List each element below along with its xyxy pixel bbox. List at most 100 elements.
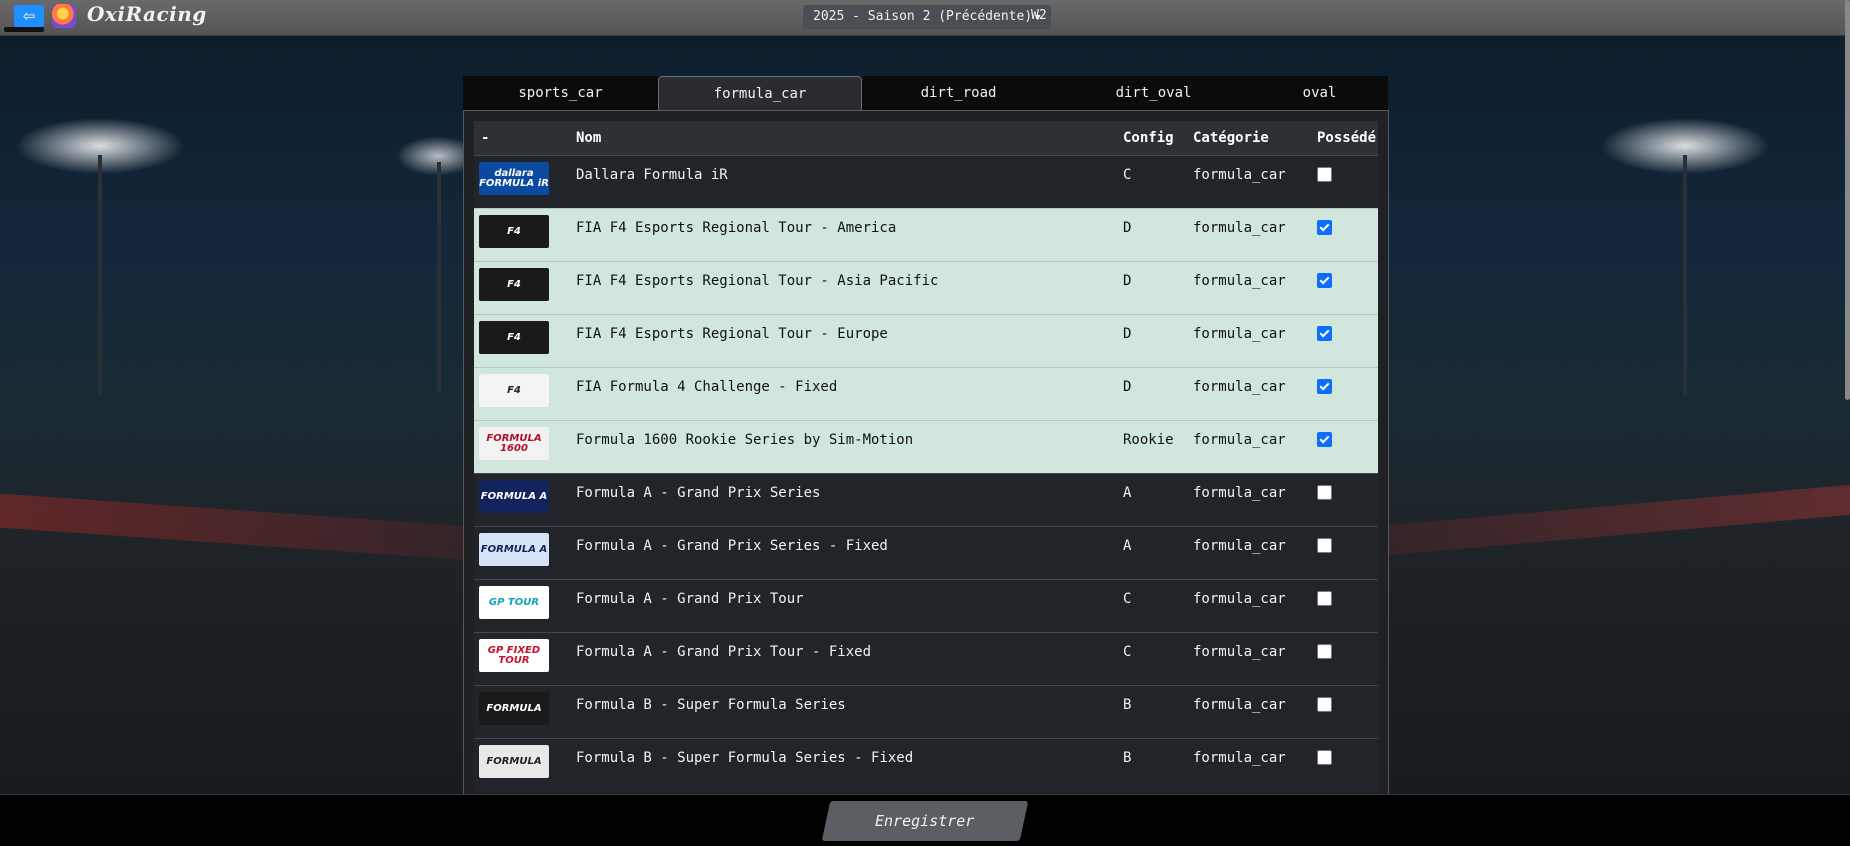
owned-checkbox[interactable]	[1317, 591, 1332, 606]
series-logo-cell: FORMULA A	[474, 473, 569, 527]
save-button[interactable]: Enregistrer	[821, 801, 1029, 841]
top-bar: ⇦ OxiRacing 2025 - Saison 2 (Précédente)…	[0, 0, 1850, 36]
series-category: formula_car	[1186, 685, 1310, 739]
series-name: FIA F4 Esports Regional Tour - America	[569, 208, 1116, 262]
series-logo-cell: F4	[474, 314, 569, 368]
table-header-row: - Nom Config Catégorie Possédé	[474, 121, 1378, 156]
owned-cell	[1310, 579, 1378, 633]
series-name: Formula A - Grand Prix Tour - Fixed	[569, 632, 1116, 686]
save-button-label: Enregistrer	[875, 812, 975, 830]
owned-checkbox[interactable]	[1317, 485, 1332, 500]
back-button[interactable]: ⇦	[14, 5, 44, 27]
series-logo: FORMULA A	[479, 480, 549, 513]
table-row: F4 FIA F4 Esports Regional Tour - Europe D…	[474, 314, 1378, 368]
series-config: C	[1116, 632, 1186, 686]
series-config: D	[1116, 314, 1186, 368]
series-name: Formula A - Grand Prix Series	[569, 473, 1116, 527]
series-logo: F4	[479, 215, 549, 248]
table-row: GP FIXED TOUR Formula A - Grand Prix Tour…	[474, 632, 1378, 686]
series-config: D	[1116, 208, 1186, 262]
series-logo: GP FIXED TOUR	[479, 639, 549, 672]
series-name: Formula 1600 Rookie Series by Sim-Motion	[569, 420, 1116, 474]
series-config: B	[1116, 738, 1186, 792]
column-header-owned[interactable]: Possédé	[1310, 121, 1378, 156]
series-name: Formula B - Super Formula Series	[569, 685, 1116, 739]
series-logo-cell: FORMULA A	[474, 526, 569, 580]
page-scrollbar-thumb[interactable]	[1845, 0, 1850, 400]
series-category: formula_car	[1186, 738, 1310, 792]
series-config: D	[1116, 261, 1186, 315]
series-name: Formula A - Grand Prix Series - Fixed	[569, 526, 1116, 580]
owned-cell	[1310, 738, 1378, 792]
owned-checkbox[interactable]	[1317, 538, 1332, 553]
table-row: FORMULA 1600 Formula 1600 Rookie Series b…	[474, 420, 1378, 474]
series-config: C	[1116, 579, 1186, 633]
season-dropdown-value: 2025 - Saison 2 (Précédente)	[813, 9, 1033, 24]
series-logo: FORMULA	[479, 692, 549, 725]
series-logo: F4	[479, 374, 549, 407]
series-config: A	[1116, 526, 1186, 580]
series-logo: GP TOUR	[479, 586, 549, 619]
season-dropdown[interactable]: 2025 - Saison 2 (Précédente) ▼	[803, 5, 1051, 29]
series-config: A	[1116, 473, 1186, 527]
series-name: FIA F4 Esports Regional Tour - Europe	[569, 314, 1116, 368]
series-category: formula_car	[1186, 208, 1310, 262]
series-logo-cell: GP TOUR	[474, 579, 569, 633]
column-header-config[interactable]: Config	[1116, 121, 1186, 156]
owned-checkbox[interactable]	[1317, 379, 1332, 394]
column-header-logo: -	[474, 121, 569, 156]
tab-oval[interactable]: oval	[1251, 76, 1388, 110]
owned-cell	[1310, 685, 1378, 739]
table-row: FORMULA A Formula A - Grand Prix Series Af…	[474, 473, 1378, 527]
series-table-body: dallara FORMULA iR Dallara Formula iR Cfor…	[474, 155, 1378, 792]
tab-dirt-road[interactable]: dirt_road	[861, 76, 1056, 110]
owned-checkbox[interactable]	[1317, 697, 1332, 712]
owned-cell	[1310, 367, 1378, 421]
table-row: FORMULA Formula B - Super Formula Series B…	[474, 685, 1378, 739]
series-logo-cell: GP FIXED TOUR	[474, 632, 569, 686]
owned-checkbox[interactable]	[1317, 644, 1332, 659]
series-logo: F4	[479, 268, 549, 301]
series-logo-cell: FORMULA	[474, 685, 569, 739]
column-header-name[interactable]: Nom	[569, 121, 1116, 156]
series-config: C	[1116, 155, 1186, 209]
back-arrow-icon: ⇦	[22, 7, 36, 25]
owned-checkbox[interactable]	[1317, 326, 1332, 341]
owned-checkbox[interactable]	[1317, 167, 1332, 182]
series-logo: FORMULA A	[479, 533, 549, 566]
series-category: formula_car	[1186, 261, 1310, 315]
owned-checkbox[interactable]	[1317, 273, 1332, 288]
series-logo: F4	[479, 321, 549, 354]
series-category: formula_car	[1186, 473, 1310, 527]
week-label: W2	[1031, 8, 1047, 23]
oxiracing-logo-icon[interactable]	[52, 4, 76, 28]
series-table: - Nom Config Catégorie Possédé dallara F…	[474, 121, 1378, 792]
series-logo: dallara FORMULA iR	[479, 162, 549, 195]
tab-dirt-oval[interactable]: dirt_oval	[1056, 76, 1251, 110]
app-title[interactable]: OxiRacing	[87, 2, 207, 26]
tab-formula-car[interactable]: formula_car	[658, 76, 862, 111]
table-row: F4 FIA Formula 4 Challenge - Fixed Dformul…	[474, 367, 1378, 421]
owned-checkbox[interactable]	[1317, 432, 1332, 447]
owned-checkbox[interactable]	[1317, 750, 1332, 765]
column-header-category[interactable]: Catégorie	[1186, 121, 1310, 156]
table-row: F4 FIA F4 Esports Regional Tour - America…	[474, 208, 1378, 262]
series-name: FIA Formula 4 Challenge - Fixed	[569, 367, 1116, 421]
series-logo-cell: FORMULA	[474, 738, 569, 792]
series-logo-cell: F4	[474, 367, 569, 421]
series-category: formula_car	[1186, 155, 1310, 209]
category-tabs: sports_car formula_car dirt_road dirt_ov…	[463, 76, 1388, 111]
tab-sports-car[interactable]: sports_car	[463, 76, 658, 110]
owned-cell	[1310, 526, 1378, 580]
owned-checkbox[interactable]	[1317, 220, 1332, 235]
background-light-pole	[437, 162, 441, 392]
series-category: formula_car	[1186, 526, 1310, 580]
background-light-pole	[98, 155, 102, 395]
series-category: formula_car	[1186, 367, 1310, 421]
series-config: Rookie	[1116, 420, 1186, 474]
owned-cell	[1310, 261, 1378, 315]
table-row: F4 FIA F4 Esports Regional Tour - Asia Pa…	[474, 261, 1378, 315]
series-name: FIA F4 Esports Regional Tour - Asia Paci…	[569, 261, 1116, 315]
owned-cell	[1310, 208, 1378, 262]
series-logo-cell: dallara FORMULA iR	[474, 155, 569, 209]
